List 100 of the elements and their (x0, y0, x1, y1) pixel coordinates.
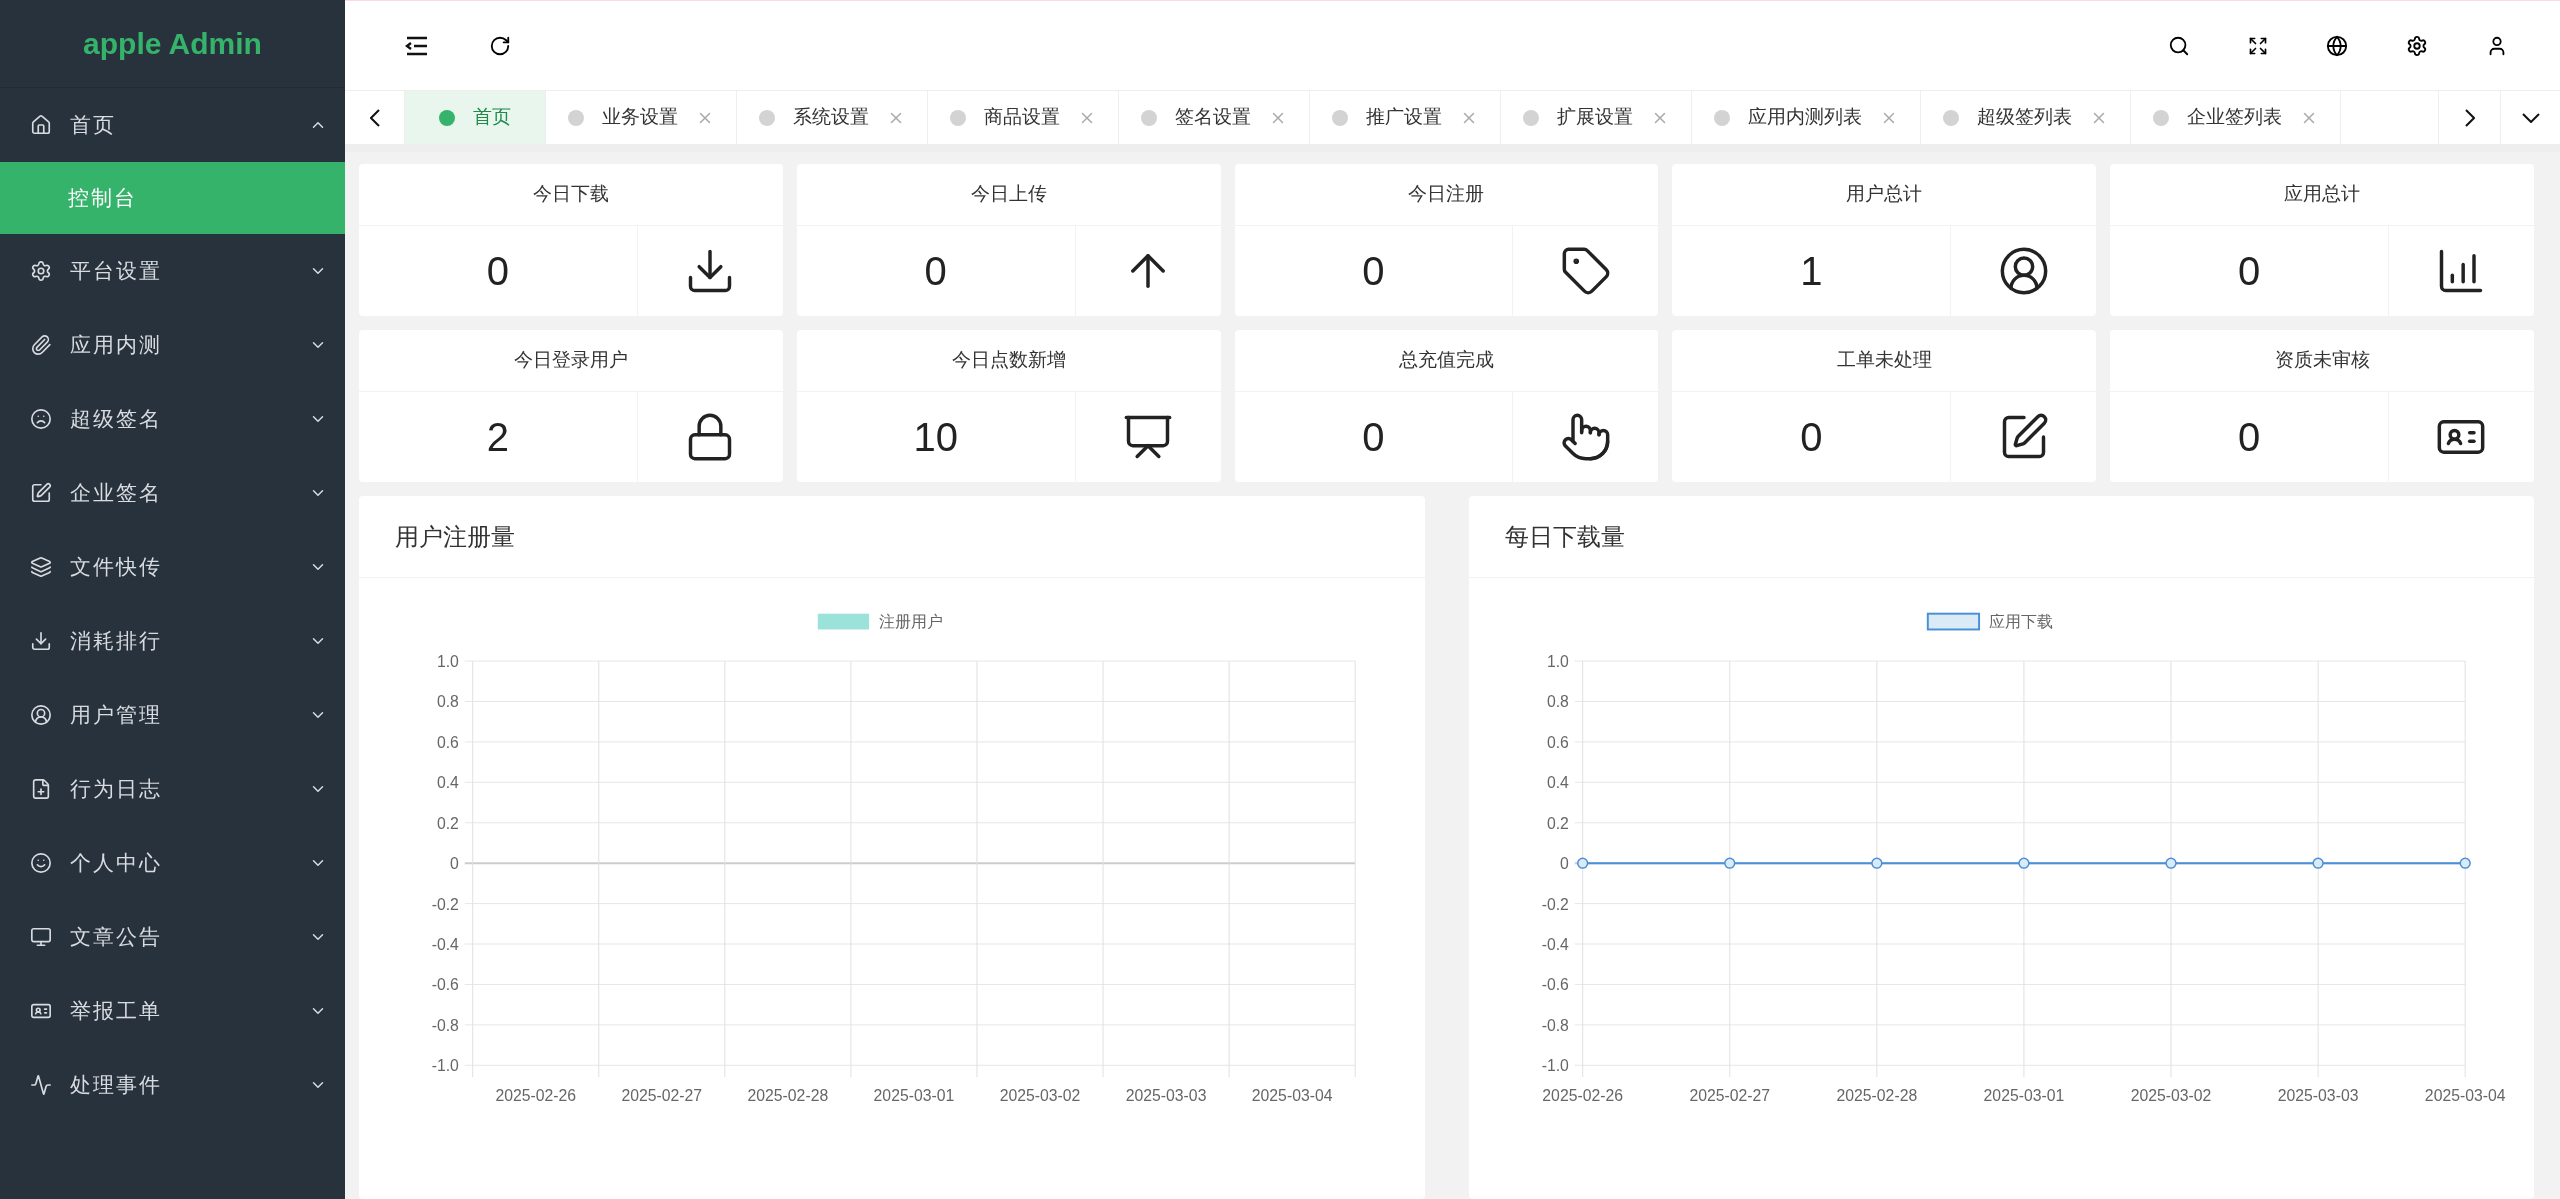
tab[interactable]: 首页 (405, 91, 546, 144)
axis-tick-label: 2025-03-02 (2130, 1086, 2211, 1104)
sidebar-item[interactable]: 超级签名 (0, 382, 345, 456)
tab[interactable]: 企业签列表 (2131, 91, 2341, 144)
stat-value: 0 (1361, 248, 1386, 295)
chart-legend: 注册用户 (817, 613, 943, 631)
axis-tick-label: -0.2 (431, 895, 459, 913)
edit-icon (30, 482, 52, 504)
axis-tick-label: -1.0 (431, 1057, 459, 1075)
axis-tick-label: 0 (1559, 855, 1569, 873)
chevron-left-icon (369, 108, 380, 127)
stat-value: 1 (1799, 248, 1824, 295)
tab[interactable]: 业务设置 (546, 91, 737, 144)
axis-tick-label: 2025-02-26 (495, 1086, 577, 1104)
sidebar-item[interactable]: 个人中心 (0, 826, 345, 900)
tab[interactable]: 应用内测列表 (1692, 91, 1921, 144)
axis-tick-label: 0.2 (1546, 814, 1569, 832)
legend-label: 注册用户 (878, 613, 943, 631)
sidebar-item[interactable]: 应用内测 (0, 308, 345, 382)
tab[interactable]: 签名设置 (1119, 91, 1310, 144)
axis-tick-label: -0.4 (1541, 935, 1569, 953)
axis-tick-label: -0.6 (431, 976, 459, 994)
axis-tick-label: 0.6 (1546, 733, 1569, 751)
stat-label: 今日上传 (796, 164, 1221, 226)
fullscreen-icon[interactable] (2248, 35, 2268, 56)
home-icon (30, 114, 52, 136)
paperclip-icon (30, 334, 52, 356)
axis-tick-label: -0.8 (1541, 1016, 1569, 1034)
axis-tick-label: 0.2 (436, 814, 459, 832)
tab[interactable]: 系统设置 (737, 91, 928, 144)
user-circle-icon (30, 704, 52, 726)
stat-value: 0 (1361, 414, 1386, 461)
layers-icon (30, 556, 52, 578)
chevron-right-icon (2464, 108, 2475, 127)
stat-label: 总充值完成 (1234, 330, 1659, 392)
tab[interactable]: 推广设置 (1310, 91, 1501, 144)
axis-tick-label: -0.4 (431, 935, 459, 953)
tab[interactable]: 扩展设置 (1501, 91, 1692, 144)
stat-value: 0 (485, 248, 510, 295)
stat-label: 工单未处理 (1672, 330, 2097, 392)
pointer-hand-icon (1559, 411, 1612, 463)
monitor-icon (30, 926, 52, 948)
sidebar-item[interactable]: 消耗排行 (0, 604, 345, 678)
pulse-icon (30, 1074, 52, 1096)
panel-title: 用户注册量 (359, 496, 1425, 578)
tab[interactable]: 超级签列表 (1921, 91, 2131, 144)
chart-legend: 应用下载 (1926, 612, 2053, 631)
sidebar-item[interactable]: 文章公告 (0, 900, 345, 974)
sidebar-item[interactable]: 举报工单 (0, 974, 345, 1048)
axis-tick-label: 2025-02-26 (1541, 1086, 1623, 1104)
axis-tick-label: 2025-03-02 (999, 1086, 1081, 1104)
axis-tick-label: -1.0 (1541, 1057, 1569, 1075)
axis-tick-label: 2025-02-27 (1688, 1086, 1770, 1104)
axis-tick-label: 2025-03-01 (873, 1086, 955, 1104)
download-icon (30, 630, 52, 652)
stat-value: 0 (923, 248, 948, 295)
stat-value: 0 (1799, 414, 1824, 461)
stat-label: 今日下载 (359, 164, 783, 226)
sidebar-item[interactable]: 文件快传 (0, 530, 345, 604)
chevron-down-icon (2521, 112, 2540, 123)
axis-tick-label: 0.4 (436, 774, 459, 792)
stat-label: 资质未审核 (2110, 330, 2534, 392)
axis-tick-label: 1.0 (1546, 652, 1569, 670)
tab[interactable]: 商品设置 (928, 91, 1119, 144)
sidebar-item[interactable]: 用户管理 (0, 678, 345, 752)
sidebar-item[interactable]: 行为日志 (0, 752, 345, 826)
stat-label: 今日注册 (1234, 164, 1659, 226)
stat-label: 今日登录用户 (359, 330, 783, 392)
axis-tick-label: -0.6 (1541, 976, 1569, 994)
panel-title: 每日下载量 (1468, 496, 2534, 578)
legend-label: 应用下载 (1988, 613, 2053, 631)
refresh-icon[interactable] (489, 34, 511, 57)
smile-icon (30, 852, 52, 874)
axis-tick-label: 2025-02-28 (1836, 1086, 1917, 1104)
axis-tick-label: -0.8 (431, 1016, 459, 1034)
stat-label: 应用总计 (2110, 164, 2534, 226)
frown-face-icon (30, 408, 52, 430)
axis-tick-label: 2025-02-28 (747, 1086, 829, 1104)
sidebar-item[interactable]: 处理事件 (0, 1048, 345, 1122)
settings-icon[interactable] (2406, 34, 2428, 57)
axis-tick-label: 2025-03-04 (2424, 1086, 2505, 1104)
stat-value: 2 (485, 414, 510, 461)
sidebar-item[interactable]: 企业签名 (0, 456, 345, 530)
globe-icon[interactable] (2326, 34, 2348, 57)
axis-tick-label: 2025-03-03 (1125, 1086, 1207, 1104)
app-logo: apple Admin (83, 26, 262, 62)
stat-label: 今日点数新增 (796, 330, 1221, 392)
search-icon[interactable] (2168, 34, 2190, 57)
sidebar-item[interactable]: 首页 (0, 88, 345, 162)
axis-tick-label: 0.4 (1546, 774, 1569, 792)
axis-tick-label: 0.6 (436, 733, 459, 751)
axis-tick-label: 0.8 (436, 693, 459, 711)
gear-icon (30, 260, 52, 282)
sidebar-item[interactable]: 平台设置 (0, 234, 345, 308)
stat-value: 0 (2236, 414, 2262, 461)
axis-tick-label: 0.8 (1546, 693, 1569, 711)
collapse-menu-icon[interactable] (405, 35, 429, 56)
axis-tick-label: 1.0 (436, 652, 459, 670)
stat-label: 用户总计 (1672, 164, 2097, 226)
axis-tick-label: 2025-03-04 (1251, 1086, 1333, 1104)
